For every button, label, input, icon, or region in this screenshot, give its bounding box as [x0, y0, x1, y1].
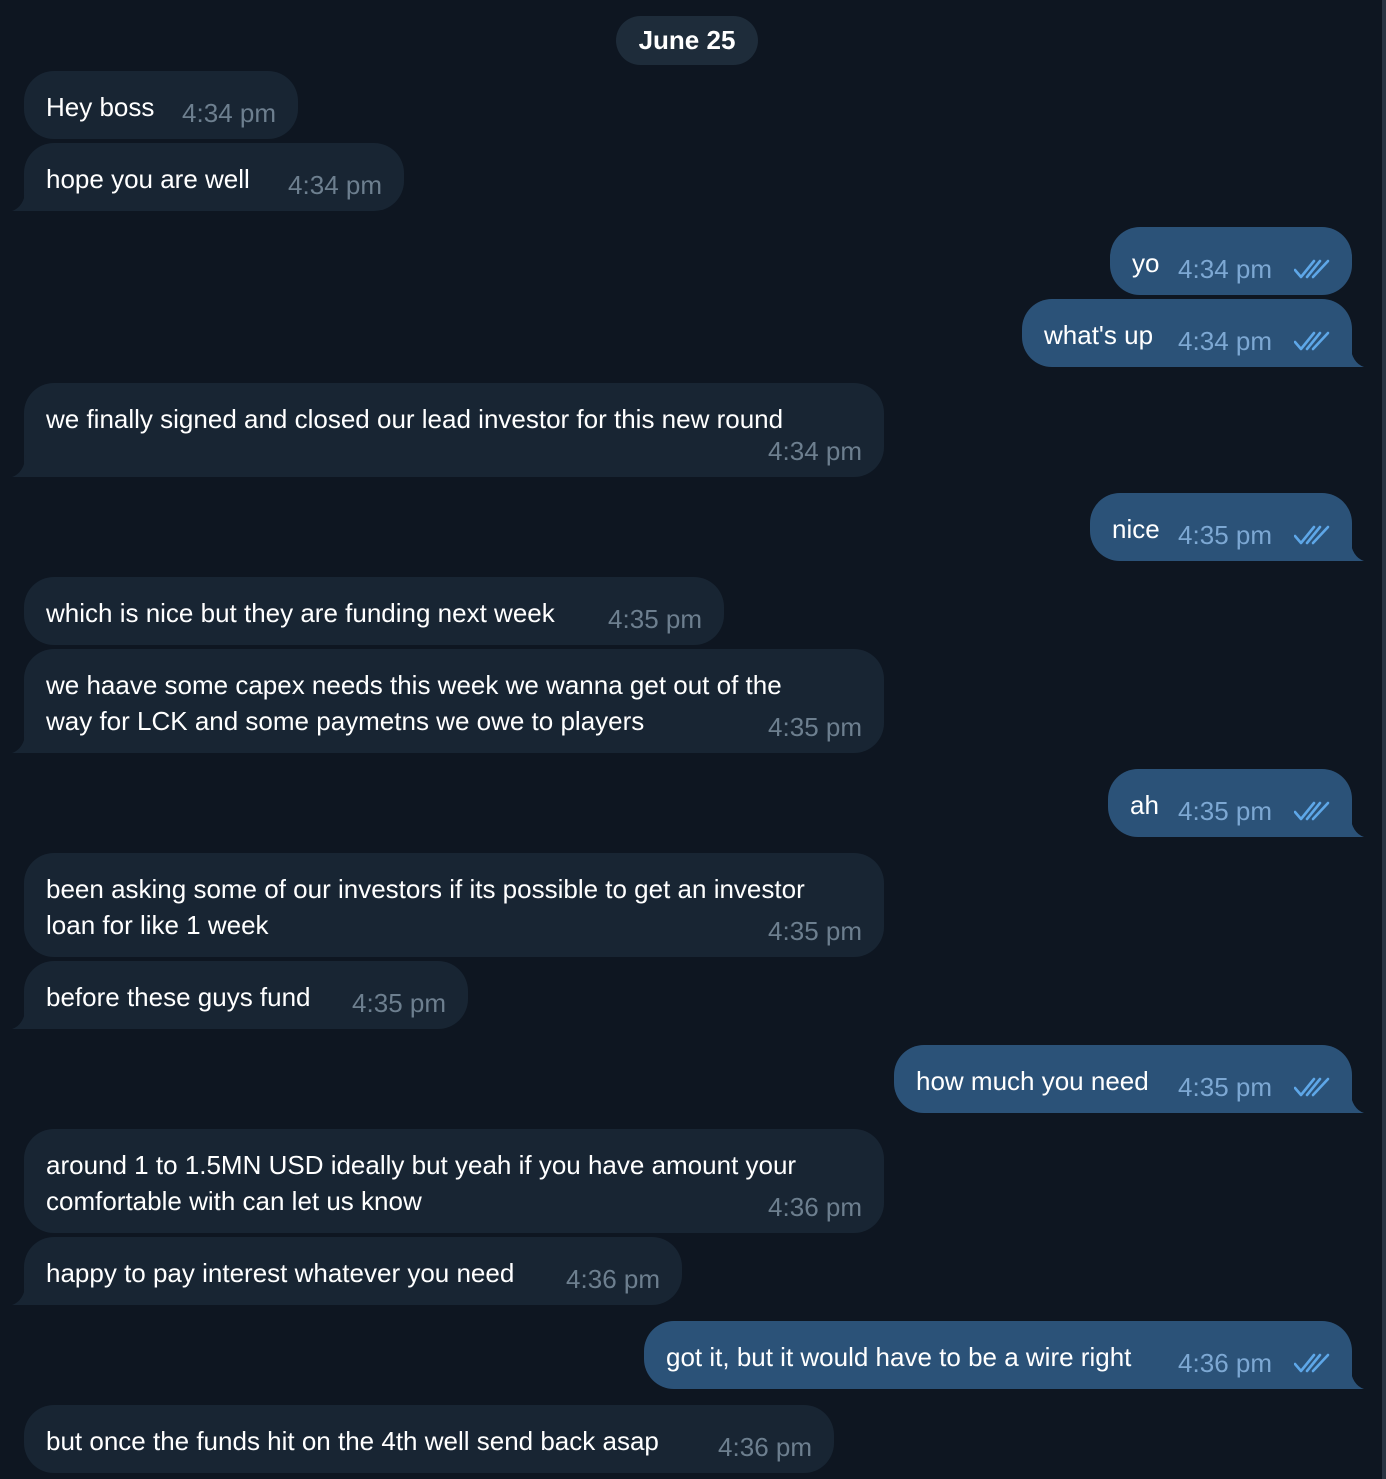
bubble-tail	[1342, 1091, 1364, 1113]
message-text: been asking some of our investors if its…	[46, 874, 805, 940]
bubble-tail	[1342, 1367, 1364, 1389]
message-time: 4:36 pm	[566, 1264, 660, 1294]
message-meta: 4:35 pm	[768, 709, 862, 745]
message-text: but once the funds hit on the 4th well s…	[46, 1426, 659, 1456]
message-text: around 1 to 1.5MN USD ideally but yeah i…	[46, 1150, 797, 1216]
message-text: we finally signed and closed our lead in…	[46, 404, 784, 434]
outgoing-message[interactable]: ah 4:35 pm	[1108, 769, 1364, 837]
incoming-message[interactable]: Hey boss 4:34 pm	[24, 71, 298, 139]
chat-view: June 25 Hey boss 4:34 pm hope you are well…	[0, 0, 1386, 1479]
message-time: 4:35 pm	[768, 916, 862, 946]
outgoing-message[interactable]: what's up 4:34 pm	[1022, 299, 1364, 367]
incoming-message[interactable]: we finally signed and closed our lead in…	[12, 383, 884, 477]
message-time: 4:35 pm	[608, 604, 702, 634]
message-text: which is nice but they are funding next …	[46, 598, 555, 628]
double-check-icon	[1294, 801, 1330, 821]
message-meta: 4:34 pm	[1178, 323, 1330, 359]
message-meta: 4:36 pm	[1178, 1345, 1330, 1381]
incoming-message[interactable]: happy to pay interest whatever you need 4…	[12, 1237, 682, 1305]
message-time: 4:35 pm	[1178, 1072, 1272, 1102]
double-check-icon	[1294, 525, 1330, 545]
message-text: we haave some capex needs this week we w…	[46, 670, 782, 736]
message-meta: 4:34 pm	[768, 433, 862, 469]
outgoing-message[interactable]: nice 4:35 pm	[1090, 493, 1364, 561]
bubble-tail	[1342, 815, 1364, 837]
bubble-tail	[12, 731, 34, 753]
incoming-message[interactable]: around 1 to 1.5MN USD ideally but yeah i…	[24, 1129, 884, 1233]
incoming-message[interactable]: hope you are well 4:34 pm	[12, 143, 404, 211]
message-meta: 4:36 pm	[768, 1189, 862, 1225]
message-meta: 4:35 pm	[352, 985, 446, 1021]
bubble-tail	[12, 189, 34, 211]
incoming-message[interactable]: been asking some of our investors if its…	[24, 853, 884, 957]
outgoing-message[interactable]: how much you need 4:35 pm	[894, 1045, 1364, 1113]
message-time: 4:35 pm	[768, 712, 862, 742]
scrollbar[interactable]	[1382, 0, 1386, 1479]
double-check-icon	[1294, 259, 1330, 279]
message-meta: 4:35 pm	[1178, 793, 1330, 829]
incoming-message[interactable]: we haave some capex needs this week we w…	[12, 649, 884, 753]
message-time: 4:35 pm	[1178, 520, 1272, 550]
incoming-message[interactable]: which is nice but they are funding next …	[24, 577, 724, 645]
outgoing-message[interactable]: got it, but it would have to be a wire r…	[644, 1321, 1364, 1389]
message-time: 4:36 pm	[768, 1192, 862, 1222]
message-time: 4:36 pm	[718, 1432, 812, 1462]
message-meta: 4:35 pm	[1178, 1069, 1330, 1105]
date-separator: June 25	[616, 16, 758, 65]
bubble-tail	[1342, 539, 1364, 561]
message-meta: 4:34 pm	[288, 167, 382, 203]
incoming-message[interactable]: but once the funds hit on the 4th well s…	[24, 1405, 834, 1473]
incoming-message[interactable]: before these guys fund 4:35 pm	[12, 961, 468, 1029]
message-meta: 4:35 pm	[768, 913, 862, 949]
message-time: 4:35 pm	[1178, 796, 1272, 826]
message-time: 4:34 pm	[1178, 326, 1272, 356]
message-meta: 4:36 pm	[566, 1261, 660, 1297]
message-time: 4:34 pm	[768, 436, 862, 466]
outgoing-message[interactable]: yo 4:34 pm	[1110, 227, 1352, 295]
message-time: 4:36 pm	[1178, 1348, 1272, 1378]
bubble-tail	[12, 1007, 34, 1029]
message-time: 4:34 pm	[288, 170, 382, 200]
bubble-tail	[12, 1283, 34, 1305]
message-meta: 4:36 pm	[718, 1429, 812, 1465]
message-meta: 4:35 pm	[1178, 517, 1330, 553]
message-meta: 4:35 pm	[608, 601, 702, 637]
double-check-icon	[1294, 331, 1330, 351]
message-time: 4:34 pm	[1178, 254, 1272, 284]
message-meta: 4:34 pm	[182, 95, 276, 131]
bubble-tail	[12, 455, 34, 477]
message-time: 4:34 pm	[182, 98, 276, 128]
message-meta: 4:34 pm	[1178, 251, 1330, 287]
double-check-icon	[1294, 1077, 1330, 1097]
message-time: 4:35 pm	[352, 988, 446, 1018]
double-check-icon	[1294, 1353, 1330, 1373]
bubble-tail	[1342, 345, 1364, 367]
